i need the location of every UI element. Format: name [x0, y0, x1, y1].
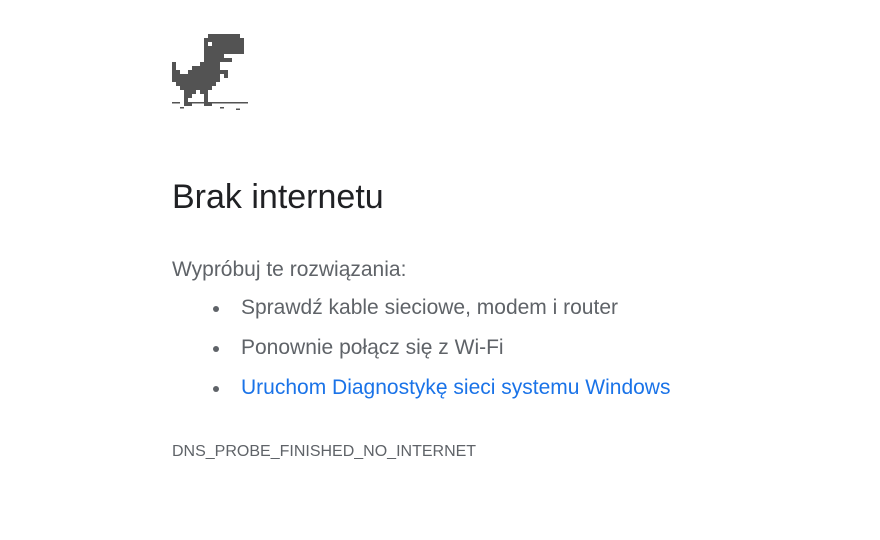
list-item: Uruchom Diagnostykę sieci systemu Window… [172, 372, 670, 412]
offline-error-page: Brak internetu Wypróbuj te rozwiązania: … [0, 0, 880, 540]
suggestions-list: Sprawdź kable sieciowe, modem i router P… [172, 292, 670, 412]
suggestions-heading: Wypróbuj te rozwiązania: [172, 258, 407, 281]
run-network-diagnostics-link[interactable]: Uruchom Diagnostykę sieci systemu Window… [241, 376, 670, 399]
page-title: Brak internetu [172, 178, 384, 216]
suggestion-check-cables: Sprawdź kable sieciowe, modem i router [241, 296, 618, 319]
bullet-icon [213, 346, 219, 352]
suggestion-reconnect-wifi: Ponownie połącz się z Wi-Fi [241, 336, 504, 359]
bullet-icon [213, 306, 219, 312]
error-code: DNS_PROBE_FINISHED_NO_INTERNET [172, 443, 477, 460]
list-item: Ponownie połącz się z Wi-Fi [172, 332, 670, 372]
list-item: Sprawdź kable sieciowe, modem i router [172, 292, 670, 332]
bullet-icon [213, 386, 219, 392]
dino-offline-icon[interactable] [172, 34, 248, 110]
